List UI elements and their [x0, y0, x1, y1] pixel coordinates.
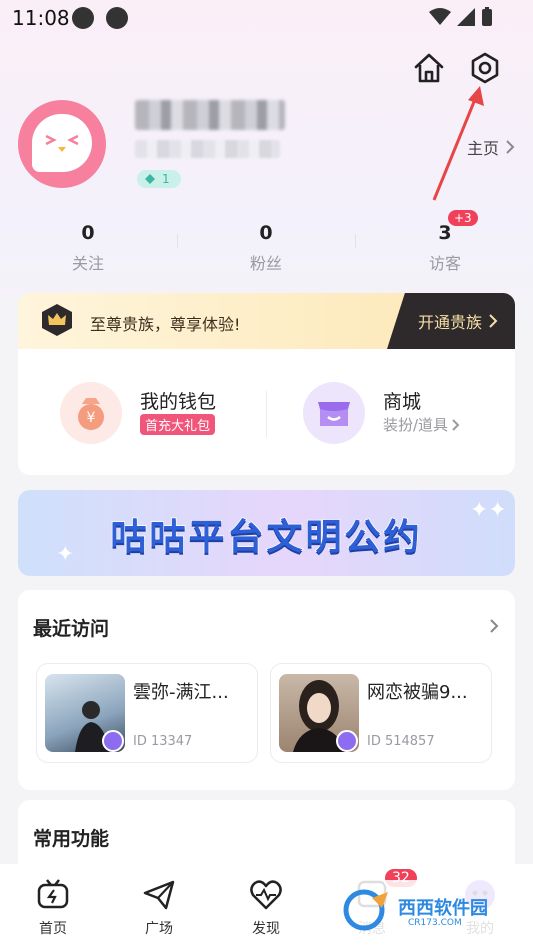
watermark: 西西软件园 CR173.COM — [334, 880, 519, 940]
wallet-title: 我的钱包 — [140, 391, 217, 413]
gift-tag: 首充大礼包 — [140, 414, 216, 435]
promo-banner[interactable]: ✦ ✦✦ 咕咕平台文明公约 — [18, 490, 515, 576]
shop-title: 商城 — [383, 391, 422, 413]
open-noble-button[interactable]: 开通贵族 — [387, 293, 515, 349]
status-indicators — [429, 7, 493, 27]
chevron-right-icon — [452, 418, 460, 431]
status-bar: 11:08 — [0, 0, 533, 36]
homepage-label: 主页 — [466, 139, 499, 158]
stat-value: 0 — [81, 222, 95, 244]
stat-visitors[interactable]: 3 访客 — [385, 222, 505, 274]
noble-banner[interactable]: 至尊贵族，尊享体验! 开通贵族 — [18, 293, 515, 349]
open-noble-label: 开通贵族 — [417, 313, 482, 332]
stat-following[interactable]: 0 关注 — [28, 222, 148, 274]
watermark-logo-icon — [343, 889, 388, 931]
heartbeat-icon — [250, 880, 282, 910]
noble-text: 至尊贵族，尊享体验! — [90, 315, 241, 334]
stat-label: 访客 — [428, 254, 461, 273]
stats-row: 0 关注 0 粉丝 3 访客 — [0, 222, 533, 278]
wifi-icon — [429, 8, 451, 25]
user-name-blurred — [135, 100, 285, 130]
section-title: 最近访问 — [33, 618, 110, 640]
svg-text:¥: ¥ — [87, 410, 96, 426]
chat-app-icon — [106, 7, 128, 29]
watermark-text: 西西软件园 — [398, 898, 488, 919]
stat-value: 3 — [438, 222, 452, 244]
wallet-shop-card: ¥ 我的钱包 首充大礼包 商城 装扮/道具 — [18, 349, 515, 475]
stat-label: 粉丝 — [249, 254, 282, 273]
chevron-right-icon — [489, 314, 498, 328]
homepage-link[interactable]: 主页 — [467, 135, 515, 159]
battery-icon — [482, 7, 492, 26]
recent-item[interactable]: 网恋被骗9... ID 514857 — [270, 663, 492, 763]
watermark-sub: CR173.COM — [408, 918, 462, 928]
recent-item[interactable]: 雲弥-满江... ID 13347 — [36, 663, 258, 763]
shop-icon — [303, 382, 365, 444]
divider — [177, 234, 178, 248]
divider — [266, 391, 267, 437]
avatar[interactable] — [18, 100, 106, 188]
level-value: 1 — [162, 172, 170, 186]
tab-home[interactable]: 首页 — [18, 878, 88, 938]
money-bag-icon: ¥ — [60, 382, 122, 444]
chat-app-icon — [72, 7, 94, 29]
chevron-right-icon[interactable] — [489, 618, 499, 634]
status-time: 11:08 — [12, 6, 70, 30]
chevron-right-icon — [506, 140, 515, 154]
stat-label: 关注 — [71, 254, 104, 273]
stat-value: 0 — [259, 222, 273, 244]
tab-label: 首页 — [39, 921, 67, 937]
level-badge: 1 — [137, 170, 181, 188]
tab-discover[interactable]: 发现 — [231, 878, 301, 938]
shop-subtitle-row: 装扮/道具 — [383, 414, 460, 435]
section-title: 常用功能 — [33, 828, 110, 850]
audio-badge-icon — [336, 730, 358, 752]
audio-badge-icon — [102, 730, 124, 752]
tv-icon — [37, 879, 69, 909]
recent-id: ID 13347 — [133, 734, 193, 749]
recent-visits-card: 最近访问 雲弥-满江... ID 13347 网恋被骗9... ID 51485… — [18, 590, 515, 790]
recent-id: ID 514857 — [367, 734, 435, 749]
recent-name: 网恋被骗9... — [367, 682, 468, 703]
visitor-badge: +3 — [448, 210, 478, 226]
tab-label: 广场 — [145, 921, 173, 937]
avatar-face — [32, 114, 92, 172]
divider — [355, 234, 356, 248]
stat-fans[interactable]: 0 粉丝 — [206, 222, 326, 274]
tab-square[interactable]: 广场 — [124, 878, 194, 938]
shop-subtitle: 装扮/道具 — [383, 416, 449, 434]
signal-icon — [457, 8, 475, 26]
user-id-blurred — [135, 140, 280, 158]
diamond-icon — [145, 174, 155, 184]
promo-text: 咕咕平台文明公约 — [110, 516, 423, 559]
recent-name: 雲弥-满江... — [133, 682, 229, 703]
crown-icon — [42, 304, 72, 336]
paper-plane-icon — [143, 880, 175, 910]
tab-label: 发现 — [252, 921, 280, 937]
